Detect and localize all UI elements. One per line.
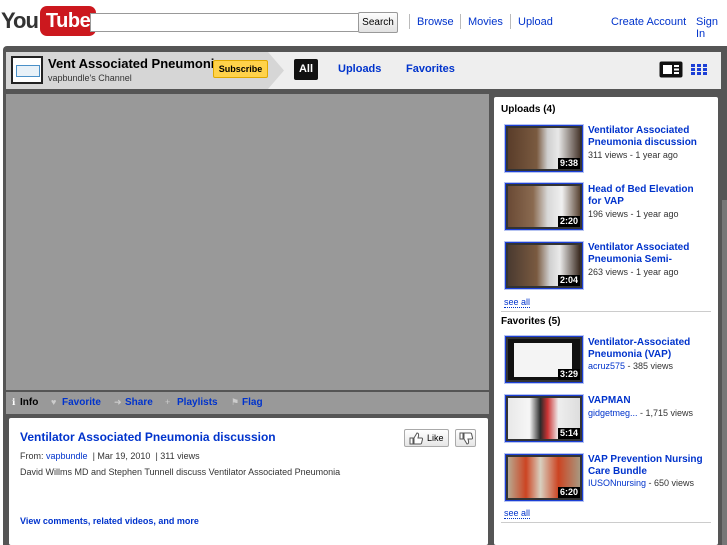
video-views: - 650 views	[646, 478, 695, 488]
video-uploader-link[interactable]: gidgetmeg...	[588, 408, 638, 418]
video-duration: 2:20	[557, 216, 580, 227]
action-flag[interactable]: Flag	[242, 397, 263, 408]
share-icon: ➜	[114, 397, 122, 407]
video-uploader-link[interactable]: IUSONnursing	[588, 478, 646, 488]
video-thumbnail[interactable]: 5:14	[504, 394, 584, 443]
player-view-icon[interactable]	[659, 61, 683, 78]
search-button[interactable]: Search	[358, 12, 398, 33]
video-title-link[interactable]: Ventilator-Associated Pneumonia (VAP)	[588, 337, 706, 360]
tab-favorites[interactable]: Favorites	[406, 63, 455, 75]
video-meta: acruz575 - 385 views	[588, 361, 673, 371]
channel-avatar[interactable]	[11, 56, 43, 84]
view-count: 311 views	[160, 451, 200, 461]
create-account-link[interactable]: Create Account	[611, 16, 686, 28]
video-title[interactable]: Ventilator Associated Pneumonia discussi…	[20, 430, 276, 444]
video-meta: IUSONnursing - 650 views	[588, 478, 694, 488]
video-thumbnail[interactable]: 2:04	[504, 241, 584, 290]
favorites-see-all-link[interactable]: see all	[504, 508, 531, 519]
video-meta: 196 views - 1 year ago	[588, 209, 679, 219]
video-thumbnail[interactable]: 9:38	[504, 124, 584, 173]
action-info[interactable]: Info	[20, 397, 38, 408]
video-views: - 385 views	[625, 361, 674, 371]
video-player[interactable]	[6, 94, 489, 390]
sidebar-divider	[501, 522, 711, 523]
like-button[interactable]: Like	[404, 429, 449, 447]
video-meta: 263 views - 1 year ago	[588, 267, 679, 277]
video-thumbnail[interactable]: 2:20	[504, 182, 584, 231]
logo-you: You	[1, 8, 39, 33]
upload-date: Mar 19, 2010	[97, 451, 151, 461]
youtube-logo[interactable]: You Tube	[1, 5, 97, 37]
page-edge	[722, 200, 727, 545]
info-icon: ℹ	[12, 397, 16, 407]
nav-separator	[409, 14, 410, 29]
video-duration: 9:38	[557, 158, 580, 169]
video-duration: 6:20	[557, 487, 580, 498]
view-more-link[interactable]: View comments, related videos, and more	[20, 516, 199, 526]
like-label: Like	[427, 433, 444, 443]
nav-movies[interactable]: Movies	[468, 16, 503, 28]
action-favorite[interactable]: Favorite	[62, 397, 101, 408]
dislike-button[interactable]	[455, 429, 476, 447]
video-title-link[interactable]: VAPMAN	[588, 395, 706, 407]
nav-browse[interactable]: Browse	[417, 16, 454, 28]
channel-subtitle: vapbundle's Channel	[48, 73, 132, 83]
sign-in-link[interactable]: Sign In	[696, 16, 727, 40]
nav-separator	[510, 14, 511, 29]
video-meta: 311 views - 1 year ago	[588, 150, 678, 160]
video-description: David Willms MD and Stephen Tunnell disc…	[20, 467, 341, 477]
video-meta: gidgetmeg... - 1,715 views	[588, 408, 693, 418]
tab-all[interactable]: All	[294, 59, 318, 80]
flag-icon: ⚑	[231, 397, 240, 407]
heart-icon: ♥	[51, 397, 57, 407]
video-title-link[interactable]: Head of Bed Elevation for VAP	[588, 184, 706, 207]
video-duration: 5:14	[557, 428, 580, 439]
video-duration: 2:04	[557, 275, 580, 286]
nav-separator	[460, 14, 461, 29]
top-bar: You Tube Search Browse Movies Upload Cre…	[0, 0, 727, 46]
sidebar-divider	[501, 311, 711, 312]
uploads-heading: Uploads (4)	[501, 104, 556, 115]
logo-tube: Tube	[39, 6, 97, 36]
video-duration: 3:29	[557, 369, 580, 380]
thumbs-up-icon	[409, 432, 423, 445]
action-share[interactable]: Share	[125, 397, 153, 408]
video-meta: From: vapbundle | Mar 19, 2010 | 311 vie…	[20, 451, 200, 461]
nav-upload[interactable]: Upload	[518, 16, 553, 28]
thumbs-down-icon	[459, 432, 473, 445]
video-thumbnail[interactable]: 6:20	[504, 453, 584, 502]
video-uploader-link[interactable]: acruz575	[588, 361, 625, 371]
action-playlists[interactable]: Playlists	[177, 397, 218, 408]
favorites-heading: Favorites (5)	[501, 316, 561, 327]
video-title-link[interactable]: VAP Prevention Nursing Care Bundle	[588, 454, 706, 477]
from-label: From:	[20, 451, 44, 461]
video-thumbnail[interactable]: 3:29	[504, 335, 584, 384]
video-views: - 1,715 views	[637, 408, 694, 418]
channel-title[interactable]: Vent Associated Pneumonia	[48, 56, 222, 71]
uploads-see-all-link[interactable]: see all	[504, 297, 531, 308]
tab-uploads[interactable]: Uploads	[338, 63, 381, 75]
video-title-link[interactable]: Ventilator Associated Pneumonia Semi-	[588, 242, 706, 265]
playlist-add-icon: +	[165, 397, 171, 407]
video-title-link[interactable]: Ventilator Associated Pneumonia discussi…	[588, 125, 706, 148]
search-input[interactable]	[90, 13, 358, 32]
grid-view-icon[interactable]	[691, 64, 707, 75]
uploader-link[interactable]: vapbundle	[46, 451, 88, 461]
subscribe-button[interactable]: Subscribe	[213, 60, 268, 78]
